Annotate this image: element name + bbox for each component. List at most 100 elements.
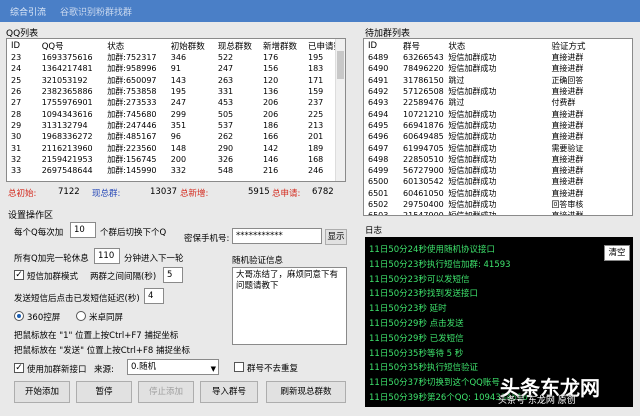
pending-table-row[interactable]: 6501 60461050 短信加群成功 直接进群: [364, 188, 632, 199]
qq-column-header[interactable]: 新增群数: [259, 39, 304, 52]
qq-table-row[interactable]: 29 313132794 加群:247446 351 537 186 213: [7, 120, 345, 131]
pending-table-row[interactable]: 6490 78496220 短信加群成功 直接进群: [364, 63, 632, 74]
qq-table-cell: 331: [217, 87, 234, 97]
password-input[interactable]: ***********: [232, 228, 322, 244]
no-repeat-checkbox[interactable]: [234, 362, 244, 372]
pending-table-row[interactable]: 6495 66941876 短信加群成功 直接进群: [364, 120, 632, 131]
pending-table-cell: 回答审核: [551, 200, 584, 209]
qq-table-cell: 29: [11, 120, 22, 130]
source-select[interactable]: 0.随机 ▼: [127, 359, 219, 375]
qq-table-row[interactable]: 28 1094343616 加群:745680 299 505 206 225: [7, 108, 345, 119]
qq-list-scrollbar[interactable]: [335, 39, 345, 181]
pending-table-cell: 60649485: [403, 132, 444, 142]
qq-table-cell: 加群:247446: [107, 120, 157, 130]
log-line: 11日50分35秒等待 5 秒: [369, 348, 464, 359]
pending-table-cell: 短信加群成功: [448, 120, 497, 130]
pending-table-row[interactable]: 6491 31786150 跳过 正确回答: [364, 75, 632, 86]
qq-table-row[interactable]: 32 2159421953 加群:156745 200 326 146 168: [7, 154, 345, 165]
qq-table-row[interactable]: 26 2382365886 加群:753858 195 331 136 159: [7, 86, 345, 97]
total-applied-value: 6782: [312, 187, 334, 197]
pending-table-row[interactable]: 6497 61994705 短信加群成功 需要验证: [364, 142, 632, 153]
qq-table-row[interactable]: 24 1364217481 加群:958996 91 247 156 183: [7, 63, 345, 74]
qq-table-cell: 1755976901: [41, 98, 93, 108]
qq-table-cell: 195: [170, 87, 187, 97]
random-info-textarea[interactable]: 大哥冻结了，麻烦同意下有问题请教下: [232, 267, 347, 345]
qq-table-cell: 加群:156745: [107, 154, 157, 164]
radio-mi[interactable]: [76, 311, 86, 321]
pending-column-header[interactable]: 验证方式: [547, 39, 632, 52]
pending-table-cell: 直接进群: [551, 154, 584, 164]
qq-table-cell: 96: [170, 132, 181, 142]
qq-table-row[interactable]: 30 1968336272 加群:485167 96 262 166 201: [7, 131, 345, 142]
pending-table-cell: 6491: [368, 75, 389, 85]
every-n-input[interactable]: 10: [70, 222, 96, 238]
qq-list[interactable]: ID QQ号 状态 初始群数 现总群数 新增群数 已申请数 23 1693375616 加群:7…: [6, 38, 346, 182]
start-button[interactable]: 开始添加: [14, 381, 70, 403]
pending-table-row[interactable]: 6494 10721210 短信加群成功 直接进群: [364, 108, 632, 119]
qq-column-header[interactable]: ID: [7, 39, 38, 52]
pending-table-cell: 60130542: [403, 177, 444, 187]
pending-table-cell: 6495: [368, 120, 389, 130]
pending-table-row[interactable]: 6493 22589476 跳过 付费群: [364, 97, 632, 108]
qq-table-row[interactable]: 25 321053192 加群:650097 143 263 120 171: [7, 75, 345, 86]
qq-column-header[interactable]: 状态: [103, 39, 167, 52]
qq-table-row[interactable]: 27 1755976901 加群:273533 247 453 206 237: [7, 97, 345, 108]
qq-column-header[interactable]: QQ号: [38, 39, 104, 52]
qq-column-header[interactable]: 现总群数: [214, 39, 259, 52]
pending-table-row[interactable]: 6498 22850510 短信加群成功 直接进群: [364, 154, 632, 165]
pending-table-row[interactable]: 6500 60130542 短信加群成功 直接进群: [364, 176, 632, 187]
show-password-button[interactable]: 显示: [325, 229, 347, 245]
hint-line-1: 把鼠标放在 "1" 位置上按Ctrl+F7 捕捉坐标: [14, 331, 179, 341]
radio-360[interactable]: [14, 311, 24, 321]
pending-column-header[interactable]: ID: [364, 39, 399, 52]
pending-table-row[interactable]: 6496 60649485 短信加群成功 直接进群: [364, 131, 632, 142]
pending-table-row[interactable]: 6492 57126508 短信加群成功 直接进群: [364, 86, 632, 97]
pending-table-cell: 78496220: [403, 64, 444, 74]
qq-table-cell: 31: [11, 143, 22, 153]
pause-button[interactable]: 暂停: [76, 381, 132, 403]
pending-table-row[interactable]: 6499 56727900 短信加群成功 直接进群: [364, 165, 632, 176]
import-button[interactable]: 导入群号: [200, 381, 258, 403]
pending-column-header[interactable]: 群号: [399, 39, 444, 52]
qq-table-cell: 136: [262, 87, 279, 97]
log-line: 11日50分35秒执行短信验证: [369, 363, 478, 374]
new-added-value: 5915: [248, 187, 270, 197]
pending-table-row[interactable]: 6503 21547900 短信加群成功 直接进群: [364, 210, 632, 215]
pending-column-header[interactable]: 状态: [444, 39, 547, 52]
pending-table-row[interactable]: 6489 63266543 短信加群成功 直接进群: [364, 52, 632, 63]
pending-table-cell: 直接进群: [551, 64, 584, 74]
qq-table-cell: 156: [262, 64, 279, 74]
pending-table-row[interactable]: 6502 29750400 短信加群成功 回答审核: [364, 199, 632, 210]
qq-table-cell: 216: [262, 166, 279, 176]
window-title: 综合引流: [10, 8, 47, 18]
qq-column-header[interactable]: 初始群数: [167, 39, 214, 52]
log-line: 11日50分23秒 延时: [369, 304, 447, 315]
qq-table-cell: 120: [262, 75, 279, 85]
qq-table-cell: 206: [262, 109, 279, 119]
sms-mode-checkbox[interactable]: ✓: [14, 270, 24, 280]
pending-table-cell: 29750400: [403, 200, 444, 209]
qq-table-row[interactable]: 23 1693375616 加群:752317 346 522 176 195: [7, 52, 345, 63]
delay-input[interactable]: 4: [144, 288, 164, 304]
interval-input[interactable]: 5: [163, 267, 183, 283]
source-select-value: 0.随机: [131, 362, 157, 372]
qq-table-cell: 313132794: [41, 120, 88, 130]
qq-table-cell: 146: [262, 154, 279, 164]
pending-list[interactable]: ID 群号 状态 验证方式 6489 63266543 短信加群成功 直接进群 6490 784…: [363, 38, 633, 216]
stop-button[interactable]: 停止添加: [138, 381, 194, 403]
refresh-button[interactable]: 刷新现总群数: [266, 381, 346, 403]
qq-table-cell: 176: [262, 53, 279, 63]
qq-table-cell: 200: [170, 154, 187, 164]
clear-log-button[interactable]: 清空: [604, 245, 630, 261]
round-input[interactable]: 110: [94, 248, 120, 264]
qq-table-row[interactable]: 33 2697548644 加群:145990 332 548 216 246: [7, 165, 345, 176]
settings-title: 设置操作区: [8, 211, 54, 221]
pending-table-cell: 6501: [368, 188, 389, 198]
log-line: 11日50分23秒找到发送接口: [369, 289, 478, 300]
qq-table-cell: 453: [217, 98, 234, 108]
qq-table-cell: 加群:145990: [107, 166, 157, 176]
log-line: 11日50分29秒 点击发送: [369, 319, 464, 329]
qq-table-row[interactable]: 31 2116213960 加群:223560 148 290 142 189: [7, 142, 345, 153]
new-interface-checkbox[interactable]: ✓: [14, 363, 24, 373]
pending-table-cell: 直接进群: [551, 53, 584, 63]
